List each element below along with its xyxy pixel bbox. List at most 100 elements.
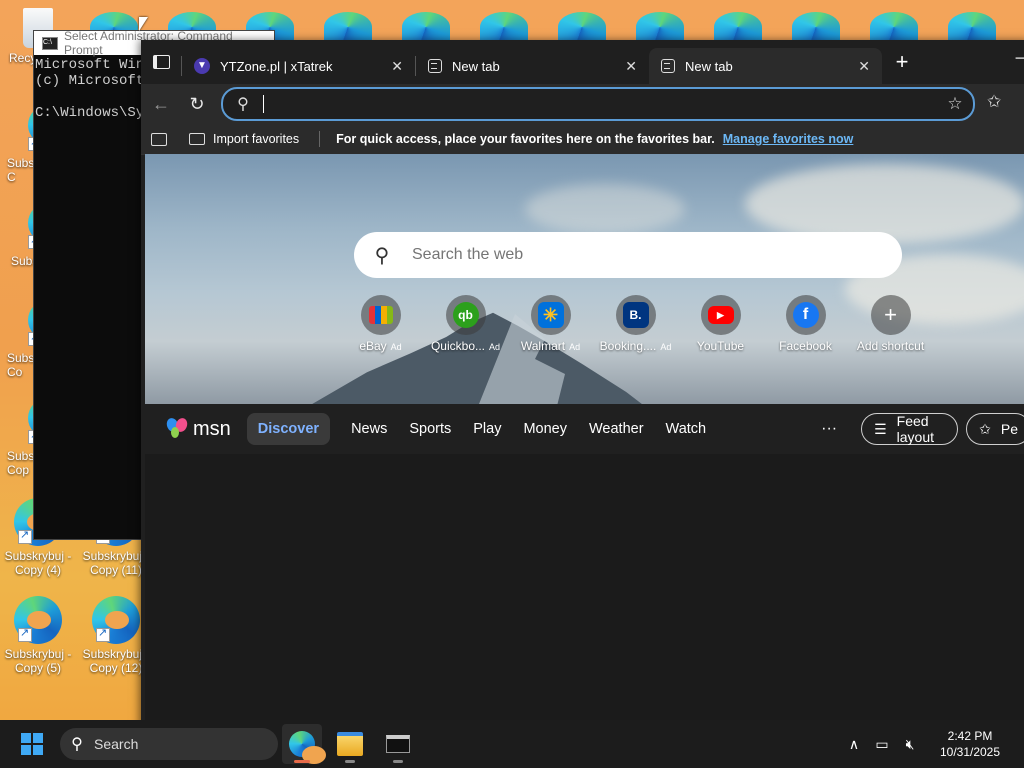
shortcut-label: Quickbo... bbox=[430, 339, 485, 353]
feed-tab-sports[interactable]: Sports bbox=[398, 413, 462, 445]
address-bar[interactable]: ⚲ ☆ bbox=[221, 87, 975, 121]
desktop-icon-label: Subskrybuj - Copy (4) bbox=[4, 549, 72, 577]
feed-tab-money[interactable]: Money bbox=[512, 413, 578, 445]
shortcut-tile: + bbox=[870, 295, 911, 335]
tab-label: New tab bbox=[452, 58, 500, 74]
active-indicator bbox=[294, 760, 310, 763]
favorites-bar: Import favorites For quick access, place… bbox=[141, 124, 1024, 155]
feed-tab-watch[interactable]: Watch bbox=[655, 413, 718, 445]
edge-icon bbox=[324, 12, 372, 42]
plus-icon: + bbox=[895, 49, 909, 74]
edge-icon bbox=[636, 12, 684, 42]
minimize-button[interactable]: ─ bbox=[1016, 50, 1024, 68]
search-icon: ⚲ bbox=[374, 244, 390, 267]
shortcut-label: Walmart bbox=[520, 339, 566, 353]
favorites-bar-message: For quick access, place your favorites h… bbox=[336, 132, 715, 146]
start-button-windows-icon[interactable] bbox=[21, 733, 43, 755]
taskbar-terminal[interactable] bbox=[378, 724, 418, 764]
edge-icon bbox=[289, 731, 326, 764]
ad-badge: Ad bbox=[489, 342, 501, 352]
minimize-icon: ─ bbox=[1015, 50, 1024, 67]
folder-icon bbox=[337, 732, 363, 756]
shortcut-tile: f bbox=[785, 295, 826, 335]
taskbar-search[interactable]: ⚲ Search bbox=[60, 728, 278, 760]
desktop-icon-label: Subskrybuj - Copy (5) bbox=[4, 647, 72, 675]
favorites-bar-icon bbox=[151, 132, 167, 146]
feed-tab-weather[interactable]: Weather bbox=[578, 413, 655, 445]
edge-icon bbox=[870, 12, 918, 42]
feed-tab-news[interactable]: News bbox=[340, 413, 398, 445]
search-icon: ⚲ bbox=[237, 96, 249, 113]
ad-badge: Ad bbox=[660, 342, 672, 352]
desktop-icon-subskrybuj-copy-5[interactable]: Subskrybuj - Copy (5) bbox=[1, 596, 75, 675]
favorites-icon[interactable]: ✩ bbox=[987, 92, 1001, 112]
edge-browser-window[interactable]: ▼ YTZone.pl | xTatrek ✕ New tab ✕ New ta… bbox=[141, 40, 1024, 730]
new-tab-page: ⚲ eBayAd qb Quickbo...Ad ✳ WalmartAd bbox=[145, 154, 1024, 730]
new-tab-button[interactable]: + bbox=[882, 44, 922, 80]
ytzone-favicon-icon: ▼ bbox=[194, 58, 210, 74]
clock-date: 10/31/2025 bbox=[939, 745, 1001, 759]
volume-muted-icon[interactable]: 🔇︎ bbox=[896, 736, 924, 753]
tab-new-tab-2[interactable]: New tab ✕ bbox=[649, 48, 882, 84]
personalize-button[interactable]: ✩ Pe bbox=[966, 413, 1024, 445]
close-tab-icon[interactable]: ✕ bbox=[858, 58, 870, 75]
tab-label: YTZone.pl | xTatrek bbox=[220, 58, 333, 74]
ebay-bag-icon bbox=[368, 306, 393, 324]
taskbar-file-explorer[interactable] bbox=[330, 724, 370, 764]
back-button[interactable]: ← bbox=[143, 86, 179, 122]
background-image bbox=[145, 154, 1024, 414]
msn-logo[interactable]: msn bbox=[164, 416, 231, 441]
network-icon[interactable]: ▭ bbox=[868, 736, 896, 753]
refresh-icon: ↻ bbox=[189, 93, 205, 114]
import-favorites-link[interactable]: Import favorites bbox=[213, 132, 299, 146]
close-tab-icon[interactable]: ✕ bbox=[391, 58, 403, 75]
tab-actions-button[interactable] bbox=[141, 40, 181, 84]
close-tab-icon[interactable]: ✕ bbox=[625, 58, 637, 75]
personalize-label: Pe bbox=[1000, 421, 1018, 437]
feed-tab-discover[interactable]: Discover bbox=[246, 413, 331, 445]
shortcut-youtube[interactable]: ▶ YouTube bbox=[678, 295, 763, 353]
shortcut-quickbooks[interactable]: qb Quickbo... Ad bbox=[423, 295, 508, 353]
edge-icon bbox=[480, 12, 528, 42]
web-search-box[interactable]: ⚲ bbox=[354, 232, 902, 278]
edge-icon bbox=[714, 12, 762, 42]
address-input[interactable] bbox=[264, 95, 937, 113]
edge-icon bbox=[14, 596, 62, 644]
taskbar: ⚲ Search ∧ ▭ 🔇︎ 2:42 PM 10/31/2025 bbox=[0, 720, 1024, 768]
shortcut-walmart[interactable]: ✳ Walmart Ad bbox=[508, 295, 593, 353]
show-hidden-icons-chevron-icon[interactable]: ∧ bbox=[840, 736, 868, 753]
shortcut-booking[interactable]: B. Booking.... Ad bbox=[593, 295, 678, 353]
tab-ytzone[interactable]: ▼ YTZone.pl | xTatrek ✕ bbox=[182, 48, 415, 84]
shortcut-label: YouTube bbox=[696, 339, 745, 353]
system-tray: ∧ ▭ 🔇︎ 2:42 PM 10/31/2025 bbox=[840, 720, 1024, 768]
clock[interactable]: 2:42 PM 10/31/2025 bbox=[924, 728, 1016, 760]
web-search-input[interactable] bbox=[410, 245, 902, 265]
shortcut-tile bbox=[360, 295, 401, 335]
edge-icon bbox=[402, 12, 450, 42]
quickbooks-icon: qb bbox=[452, 302, 479, 328]
shortcut-facebook[interactable]: f Facebook bbox=[763, 295, 848, 353]
shortcut-ebay[interactable]: eBay Ad bbox=[338, 295, 423, 353]
tab-new-tab-1[interactable]: New tab ✕ bbox=[416, 48, 649, 84]
more-options-icon[interactable]: ··· bbox=[821, 420, 837, 438]
shortcut-tile: ✳ bbox=[530, 295, 571, 335]
cmd-icon: C:\ bbox=[42, 36, 58, 50]
favorite-star-icon[interactable]: ☆ bbox=[937, 94, 973, 114]
facebook-icon: f bbox=[792, 302, 819, 328]
refresh-button[interactable]: ↻ bbox=[179, 86, 215, 122]
msn-logo-text: msn bbox=[193, 417, 231, 440]
msn-butterfly-icon bbox=[164, 416, 190, 440]
feed-layout-button[interactable]: ☰ Feed layout bbox=[861, 413, 959, 445]
manage-favorites-link[interactable]: Manage favorites now bbox=[723, 132, 854, 146]
taskbar-edge[interactable] bbox=[282, 724, 326, 764]
sliders-icon: ☰ bbox=[874, 420, 887, 437]
shortcut-add[interactable]: + Add shortcut bbox=[848, 295, 933, 353]
quick-links: eBay Ad qb Quickbo... Ad ✳ Walmart Ad B. Bo… bbox=[338, 295, 933, 353]
terminal-icon bbox=[386, 735, 410, 753]
ad-badge: Ad bbox=[390, 342, 402, 352]
shortcut-label: Facebook bbox=[779, 339, 832, 353]
taskbar-search-label: Search bbox=[94, 736, 139, 752]
feed-tab-play[interactable]: Play bbox=[462, 413, 512, 445]
cloud bbox=[525, 184, 685, 234]
clock-time: 2:42 PM bbox=[947, 729, 993, 743]
